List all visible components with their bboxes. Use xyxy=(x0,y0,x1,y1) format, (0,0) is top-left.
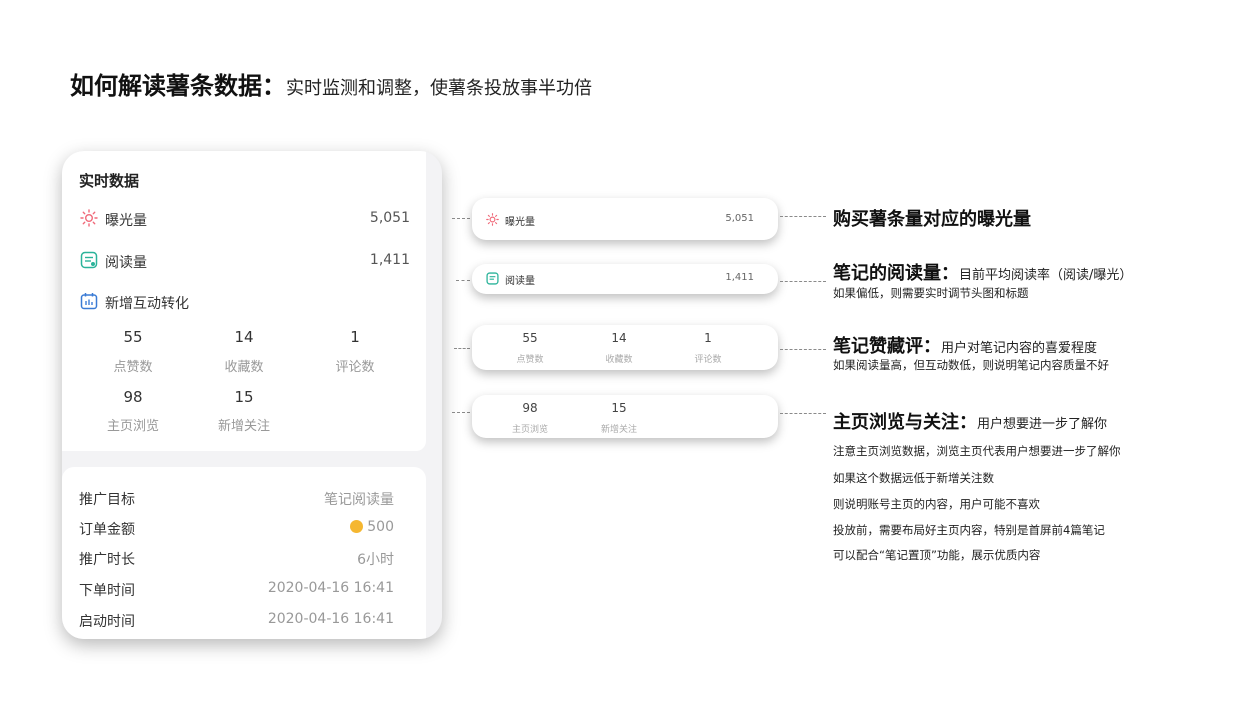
callout-comments-value: 1 xyxy=(704,331,712,345)
homepage-views-value: 98 xyxy=(123,388,143,406)
annotation-homepage-line: 则说明账号主页的内容，用户可能不喜欢 xyxy=(833,497,1040,511)
annotation-interactions-heading: 笔记赞藏评： xyxy=(833,336,941,357)
order-amount: 500 xyxy=(367,519,394,535)
document-icon xyxy=(486,272,499,285)
order-details-panel: 推广目标 笔记阅读量 订单金额 500 推广时长 6小时 下单时间 2020-0… xyxy=(62,467,426,639)
favorites-value: 14 xyxy=(234,328,254,346)
title-main: 如何解读薯条数据 xyxy=(70,72,262,100)
coin-icon xyxy=(350,520,364,533)
sun-icon xyxy=(486,213,499,226)
callout-homepage-views-label: 主页浏览 xyxy=(511,425,548,435)
annotation-homepage-line: 可以配合“笔记置顶”功能，展示优质内容 xyxy=(833,548,1041,562)
exposure-label: 曝光量 xyxy=(105,213,147,229)
document-icon xyxy=(80,251,98,269)
detail-value: 2020-04-16 16:41 xyxy=(267,580,394,596)
homepage-views-label: 主页浏览 xyxy=(106,419,159,434)
annotation-reads-sub: 目前平均阅读率（阅读/曝光） xyxy=(959,268,1133,283)
annotation-interactions-line: 如果阅读量高，但互动数低，则说明笔记内容质量不好 xyxy=(833,358,1109,372)
reads-value: 1,411 xyxy=(369,252,410,268)
callout-likes-value: 55 xyxy=(522,331,538,345)
detail-value: 笔记阅读量 xyxy=(324,492,394,508)
callout-new-follows-value: 15 xyxy=(611,401,627,415)
annotation-homepage-line: 投放前，需要布局好主页内容，特别是首屏前4篇笔记 xyxy=(833,523,1105,537)
section-title: 实时数据 xyxy=(79,172,140,190)
detail-label: 下单时间 xyxy=(79,583,135,599)
realtime-panel: 实时数据 曝光量 5,051 阅读量 1,411 新增互动转化 55 点赞数 1… xyxy=(62,151,426,451)
page-title: 如何解读薯条数据：实时监测和调整，使薯条投放事半功倍 xyxy=(70,66,592,101)
connector-line xyxy=(780,281,826,282)
reads-label: 阅读量 xyxy=(105,255,147,271)
annotation-interactions-sub: 用户对笔记内容的喜爱程度 xyxy=(941,341,1098,356)
annotation-homepage: 主页浏览与关注：用户想要进一步了解你 xyxy=(833,408,1107,434)
annotation-reads-line: 如果偏低，则需要实时调节头图和标题 xyxy=(833,286,1029,300)
callout-homepage-views-value: 98 xyxy=(522,401,538,415)
connector-line xyxy=(454,348,470,349)
callout-favorites-value: 14 xyxy=(611,331,627,345)
annotation-interactions: 笔记赞藏评：用户对笔记内容的喜爱程度 xyxy=(833,332,1097,358)
callout-exposure-label: 曝光量 xyxy=(505,217,535,228)
likes-value: 55 xyxy=(123,328,143,346)
new-follows-label: 新增关注 xyxy=(217,419,270,434)
annotation-homepage-heading: 主页浏览与关注： xyxy=(833,412,977,433)
comments-label: 评论数 xyxy=(335,360,375,375)
detail-value: 6小时 xyxy=(357,552,394,568)
title-subtitle: 实时监测和调整，使薯条投放事半功倍 xyxy=(286,78,592,99)
interaction-callout: 55 点赞数 14 收藏数 1 评论数 xyxy=(472,325,778,370)
detail-label: 启动时间 xyxy=(79,614,135,630)
title-colon: ： xyxy=(262,72,286,100)
sun-icon xyxy=(80,209,98,227)
callout-reads-value: 1,411 xyxy=(725,272,754,283)
realtime-data-card: 实时数据 曝光量 5,051 阅读量 1,411 新增互动转化 55 点赞数 1… xyxy=(62,151,442,639)
callout-reads-label: 阅读量 xyxy=(505,276,535,287)
annotation-homepage-line: 注意主页浏览数据，浏览主页代表用户想要进一步了解你 xyxy=(833,444,1121,458)
annotation-reads-heading: 笔记的阅读量： xyxy=(833,263,959,284)
connector-line xyxy=(452,218,470,219)
homepage-callout: 98 主页浏览 15 新增关注 xyxy=(472,395,778,438)
detail-label: 推广目标 xyxy=(79,492,135,508)
comments-value: 1 xyxy=(350,328,360,346)
exposure-callout: 曝光量 5,051 xyxy=(472,198,778,240)
new-follows-value: 15 xyxy=(234,388,254,406)
callout-favorites-label: 收藏数 xyxy=(605,355,633,365)
detail-value: 2020-04-16 16:41 xyxy=(267,611,394,627)
annotation-homepage-line: 如果这个数据远低于新增关注数 xyxy=(833,471,994,485)
exposure-value: 5,051 xyxy=(369,210,410,226)
callout-exposure-value: 5,051 xyxy=(725,213,754,224)
callout-new-follows-label: 新增关注 xyxy=(600,425,637,435)
annotation-reads: 笔记的阅读量：目前平均阅读率（阅读/曝光） xyxy=(833,259,1132,285)
connector-line xyxy=(456,280,470,281)
favorites-label: 收藏数 xyxy=(224,360,264,375)
annotation-homepage-sub: 用户想要进一步了解你 xyxy=(977,417,1108,432)
connector-line xyxy=(780,216,826,217)
callout-comments-label: 评论数 xyxy=(694,355,722,365)
callout-likes-label: 点赞数 xyxy=(516,355,544,365)
connector-line xyxy=(780,349,826,350)
connector-line xyxy=(452,412,470,413)
annotation-exposure-heading: 购买薯条量对应的曝光量 xyxy=(833,209,1031,230)
reads-callout: 阅读量 1,411 xyxy=(472,264,778,294)
detail-label: 推广时长 xyxy=(79,552,135,568)
likes-label: 点赞数 xyxy=(113,360,153,375)
detail-label: 订单金额 xyxy=(79,522,135,538)
interaction-label: 新增互动转化 xyxy=(105,296,189,312)
detail-value: 500 xyxy=(350,519,394,535)
calendar-chart-icon xyxy=(80,293,98,310)
connector-line xyxy=(780,413,826,414)
